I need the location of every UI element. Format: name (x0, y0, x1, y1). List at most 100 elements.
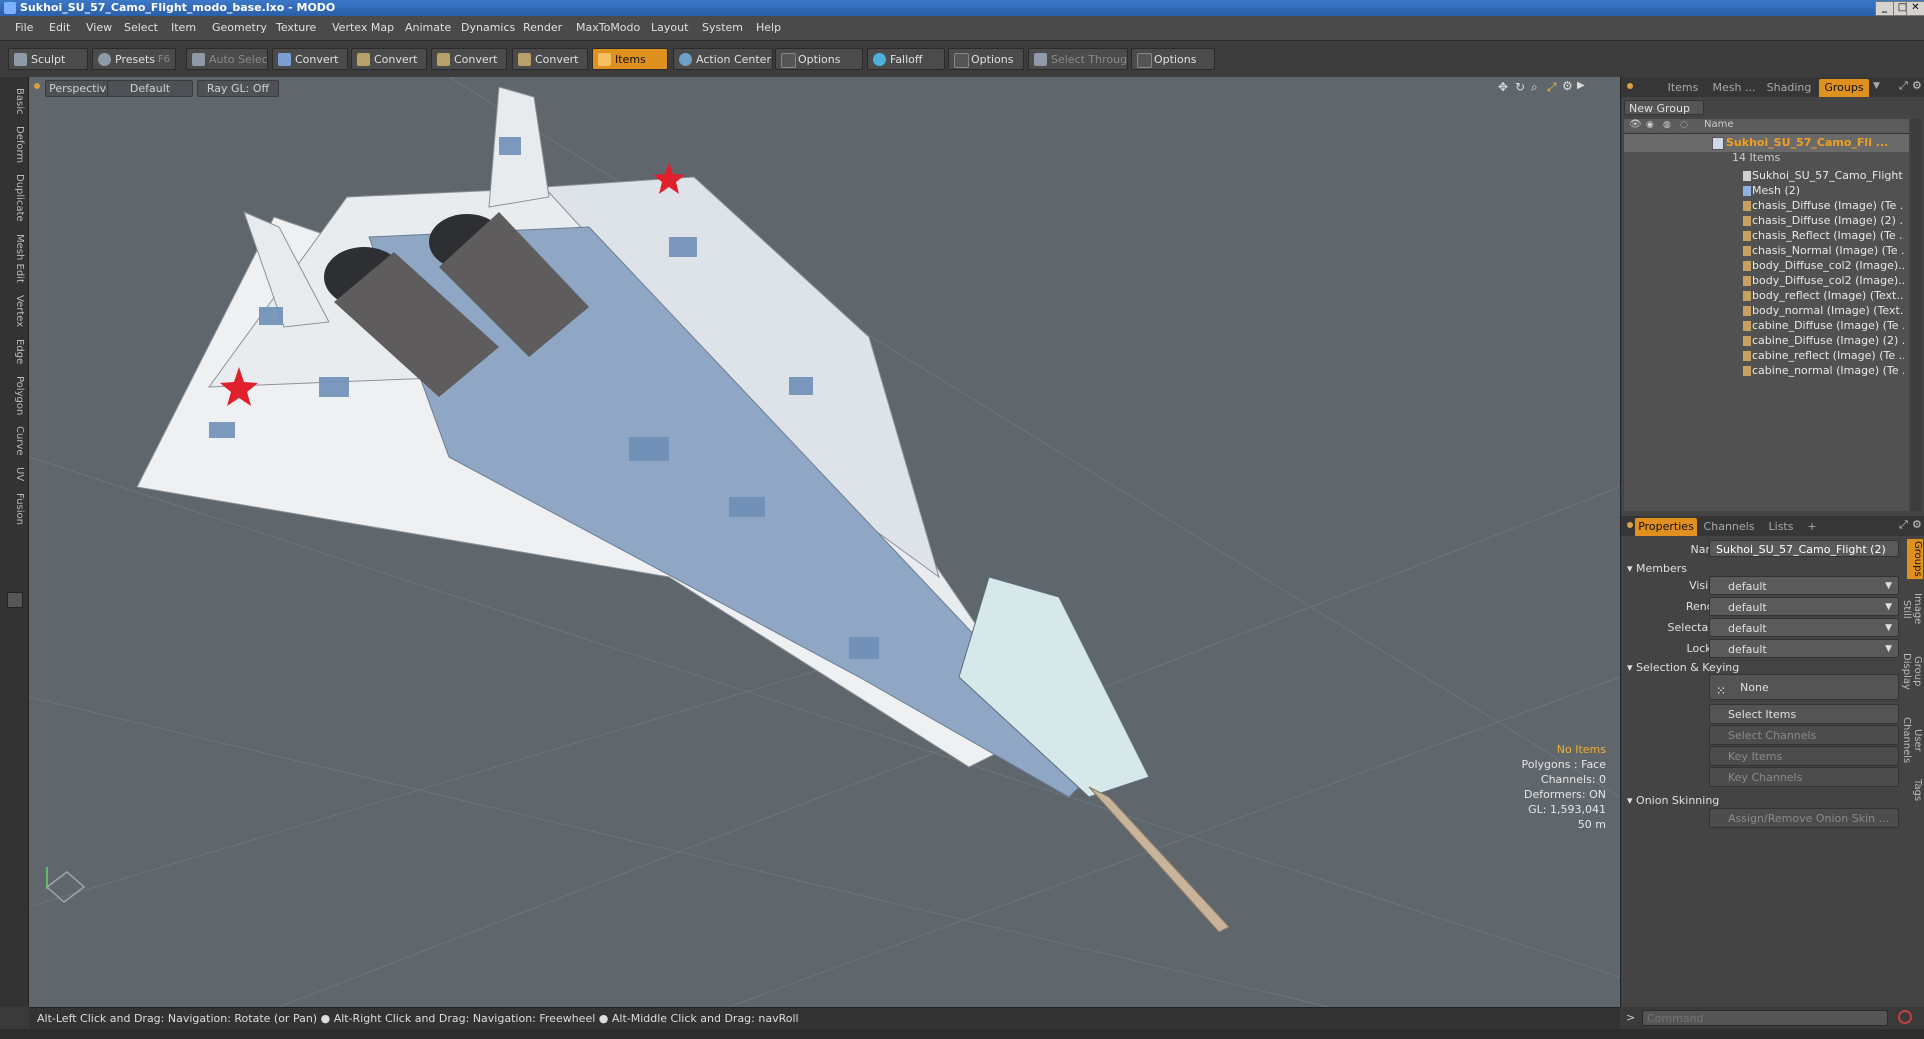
gear-icon[interactable]: ⚙ (1912, 518, 1922, 531)
menu-texture[interactable]: Texture (276, 16, 316, 40)
menu-render[interactable]: Render (523, 16, 562, 40)
side-tab-user-channels[interactable]: User Channels (1901, 707, 1923, 773)
zoom-icon[interactable]: ⌕ (1531, 80, 1538, 95)
groups-list-scrollbar[interactable] (1911, 119, 1921, 511)
image-icon (1743, 201, 1751, 211)
close-button[interactable]: ✕ (1906, 1, 1924, 16)
tab-uv[interactable]: UV (3, 463, 25, 485)
side-tab-groups[interactable]: Groups (1907, 539, 1923, 579)
tab-mesh[interactable]: Mesh ... (1709, 79, 1759, 97)
tab-properties[interactable]: Properties (1635, 518, 1697, 536)
select-items-button[interactable]: Select Items (1709, 704, 1899, 724)
gear-icon[interactable]: ⚙ (1562, 79, 1573, 93)
menu-view[interactable]: View (86, 16, 112, 40)
expand-tabs-button[interactable] (7, 592, 23, 608)
raygl-toggle[interactable]: Ray GL: Off (197, 80, 279, 97)
menu-vertex-map[interactable]: Vertex Map (332, 16, 394, 40)
key-items-button[interactable]: Key Items (1709, 746, 1899, 766)
image-icon (1743, 246, 1751, 256)
tab-channels[interactable]: Channels (1701, 518, 1757, 536)
sculpt-button[interactable]: Sculpt (8, 48, 88, 70)
shading-style-dropdown[interactable]: Default (107, 80, 193, 97)
menu-dynamics[interactable]: Dynamics (461, 16, 515, 40)
assign-onion-skin-button[interactable]: Assign/Remove Onion Skin ... (1709, 808, 1899, 828)
tab-fusion[interactable]: Fusion (3, 489, 25, 529)
pan-icon[interactable]: ✥ (1498, 80, 1508, 94)
maximize-panel-icon[interactable]: ⤢ (1899, 79, 1908, 93)
panel-menu-icon[interactable] (1627, 83, 1633, 89)
add-tab-button[interactable]: + (1805, 518, 1819, 536)
convert-button-2[interactable]: Convert (351, 48, 427, 70)
action-center-options-button[interactable]: Options (775, 48, 863, 70)
side-tab-group-display[interactable]: Group Display (1901, 639, 1923, 703)
menu-help[interactable]: Help (756, 16, 781, 40)
convert-button-1[interactable]: Convert (272, 48, 348, 70)
top-panel-tabs: Items Mesh ... Shading Groups ▼ ⤢ ⚙ (1621, 77, 1924, 97)
locked-dropdown[interactable]: default ▼ (1709, 639, 1899, 658)
tab-shading[interactable]: Shading (1763, 79, 1815, 97)
select-through-button[interactable]: Select Through (1028, 48, 1128, 70)
tab-mesh-edit[interactable]: Mesh Edit (3, 229, 25, 287)
falloff-button[interactable]: Falloff (867, 48, 945, 70)
menu-maxtomodo[interactable]: MaxToModo (576, 16, 640, 40)
render-dropdown[interactable]: default ▼ (1709, 597, 1899, 616)
tab-polygon[interactable]: Polygon (3, 373, 25, 419)
3d-viewport[interactable]: Perspective Default Ray GL: Off ✥ ↻ ⌕ ⤢ … (29, 77, 1620, 1007)
list-item[interactable]: cabine_normal (Image) (Te ... (1624, 362, 1909, 380)
tab-lists[interactable]: Lists (1761, 518, 1801, 536)
selection-keying-section[interactable]: ▾ Selection & Keying (1627, 661, 1739, 674)
selection-set-none-button[interactable]: ⁙ None (1709, 674, 1899, 700)
command-input[interactable] (1642, 1010, 1888, 1026)
selectable-dropdown[interactable]: default ▼ (1709, 618, 1899, 637)
convert-button-4[interactable]: Convert (512, 48, 588, 70)
menu-select[interactable]: Select (124, 16, 158, 40)
convert-button-3[interactable]: Convert (431, 48, 507, 70)
image-icon (1743, 366, 1751, 376)
action-center-button[interactable]: Action Center (673, 48, 773, 70)
tab-duplicate[interactable]: Duplicate (3, 171, 25, 225)
members-section[interactable]: ▾ Members (1627, 562, 1687, 575)
side-tab-image-still[interactable]: Image Still (1901, 583, 1923, 635)
maximize-panel-icon[interactable]: ⤢ (1899, 518, 1908, 532)
menu-geometry[interactable]: Geometry (212, 16, 267, 40)
menu-item[interactable]: Item (171, 16, 196, 40)
tab-items[interactable]: Items (1661, 79, 1705, 97)
locked-label: Locked (1686, 642, 1725, 655)
tab-edge[interactable]: Edge (3, 335, 25, 369)
more-arrow-icon[interactable]: ▶ (1577, 80, 1585, 91)
maximize-viewport-icon[interactable]: ⤢ (1547, 80, 1557, 95)
menu-system[interactable]: System (702, 16, 743, 40)
select-through-options-button[interactable]: Options (1131, 48, 1215, 70)
tab-dropdown-icon[interactable]: ▼ (1873, 81, 1880, 91)
chevron-down-icon: ▼ (1885, 602, 1892, 612)
viewport-menu-icon[interactable] (34, 83, 40, 89)
menu-layout[interactable]: Layout (651, 16, 688, 40)
name-label: Name (1690, 543, 1723, 556)
name-field[interactable]: Sukhoi_SU_57_Camo_Flight (2) (1709, 540, 1899, 557)
side-tab-tags[interactable]: Tags (1907, 777, 1923, 803)
key-channels-button[interactable]: Key Channels (1709, 767, 1899, 787)
tab-groups[interactable]: Groups (1819, 79, 1869, 97)
gear-icon[interactable]: ⚙ (1912, 79, 1922, 92)
checkbox-icon (1137, 53, 1152, 68)
group-count: 14 Items (1732, 151, 1781, 164)
minimize-button[interactable]: _ (1875, 1, 1894, 16)
new-group-button[interactable]: New Group (1624, 100, 1704, 115)
panel-menu-icon[interactable] (1627, 522, 1633, 528)
menu-animate[interactable]: Animate (405, 16, 451, 40)
presets-button[interactable]: Presets F6 (92, 48, 176, 70)
tab-vertex[interactable]: Vertex (3, 291, 25, 331)
tab-deform[interactable]: Deform (3, 123, 25, 167)
menu-file[interactable]: File (15, 16, 33, 40)
falloff-options-button[interactable]: Options (948, 48, 1024, 70)
select-channels-button[interactable]: Select Channels (1709, 725, 1899, 745)
menu-edit[interactable]: Edit (49, 16, 70, 40)
visible-dropdown[interactable]: default ▼ (1709, 576, 1899, 595)
onion-skinning-section[interactable]: ▾ Onion Skinning (1627, 794, 1719, 807)
items-mode-button[interactable]: Items (592, 48, 668, 70)
tab-curve[interactable]: Curve (3, 423, 25, 459)
auto-select-button[interactable]: Auto Select (186, 48, 268, 70)
tab-basic[interactable]: Basic (3, 83, 25, 119)
record-macro-icon[interactable] (1898, 1010, 1912, 1024)
rotate-icon[interactable]: ↻ (1515, 80, 1525, 94)
